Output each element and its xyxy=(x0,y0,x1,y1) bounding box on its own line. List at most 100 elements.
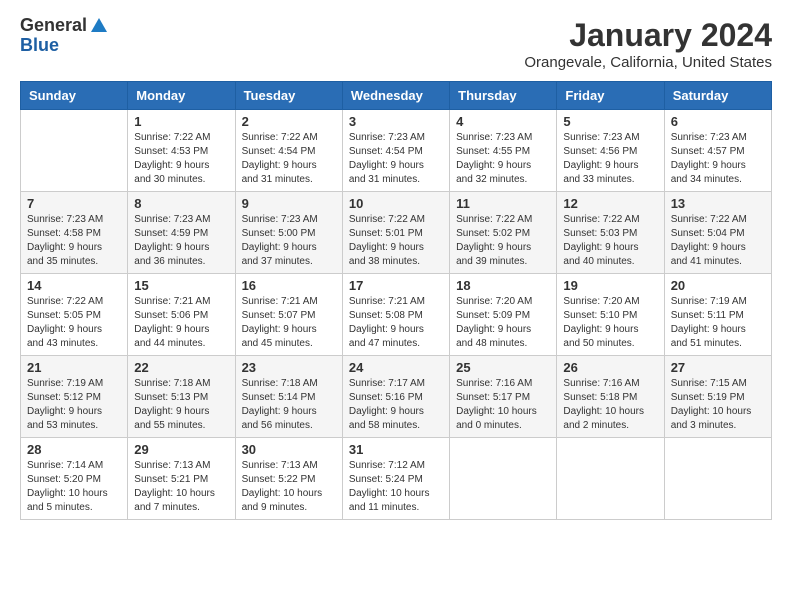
calendar-cell: 20 Sunrise: 7:19 AM Sunset: 5:11 PM Dayli… xyxy=(664,274,771,356)
day-info: Sunrise: 7:17 AM Sunset: 5:16 PM Dayligh… xyxy=(349,377,443,433)
calendar-cell: 22Sunrise: 7:18 AM Sunset: 5:13 PM Dayli… xyxy=(128,356,235,438)
month-year-title: January 2024 xyxy=(524,16,772,54)
calendar-cell: 18Sunrise: 7:20 AM Sunset: 5:09 PM Dayli… xyxy=(450,274,557,356)
day-info: Sunrise: 7:19 AM Sunset: 5:12 PM Dayligh… xyxy=(27,377,121,433)
day-number: 20 xyxy=(671,278,765,293)
weekday-header: Thursday xyxy=(450,82,557,110)
day-info: Sunrise: 7:23 AM Sunset: 4:57 PM Dayligh… xyxy=(671,131,765,187)
day-info: Sunrise: 7:16 AM Sunset: 5:17 PM Dayligh… xyxy=(456,377,550,433)
calendar-cell: 6 Sunrise: 7:23 AM Sunset: 4:57 PM Daylig… xyxy=(664,110,771,192)
day-info: Sunrise: 7:19 AM Sunset: 5:11 PM Dayligh… xyxy=(671,295,765,351)
day-info: Sunrise: 7:22 AM Sunset: 5:03 PM Dayligh… xyxy=(563,213,657,269)
day-number: 9 xyxy=(242,196,336,211)
page-header: General Blue January 2024 Orangevale, Ca… xyxy=(20,16,772,71)
day-info: Sunrise: 7:21 AM Sunset: 5:07 PM Dayligh… xyxy=(242,295,336,351)
calendar-cell: 9 Sunrise: 7:23 AM Sunset: 5:00 PM Daylig… xyxy=(235,192,342,274)
day-number: 25 xyxy=(456,360,550,375)
day-number: 7 xyxy=(27,196,121,211)
calendar-cell: 4Sunrise: 7:23 AM Sunset: 4:55 PM Daylig… xyxy=(450,110,557,192)
day-number: 12 xyxy=(563,196,657,211)
day-number: 31 xyxy=(349,442,443,457)
calendar-week-row: 28 Sunrise: 7:14 AM Sunset: 5:20 PM Dayli… xyxy=(21,438,772,520)
day-info: Sunrise: 7:21 AM Sunset: 5:06 PM Dayligh… xyxy=(134,295,228,351)
calendar-week-row: 21Sunrise: 7:19 AM Sunset: 5:12 PM Dayli… xyxy=(21,356,772,438)
day-number: 10 xyxy=(349,196,443,211)
location-subtitle: Orangevale, California, United States xyxy=(524,54,772,71)
calendar-cell xyxy=(21,110,128,192)
calendar-cell: 14 Sunrise: 7:22 AM Sunset: 5:05 PM Dayli… xyxy=(21,274,128,356)
day-info: Sunrise: 7:23 AM Sunset: 4:58 PM Dayligh… xyxy=(27,213,121,269)
day-info: Sunrise: 7:22 AM Sunset: 4:54 PM Dayligh… xyxy=(242,131,336,187)
day-number: 6 xyxy=(671,114,765,129)
calendar-cell: 17Sunrise: 7:21 AM Sunset: 5:08 PM Dayli… xyxy=(342,274,449,356)
day-info: Sunrise: 7:23 AM Sunset: 4:59 PM Dayligh… xyxy=(134,213,228,269)
day-info: Sunrise: 7:22 AM Sunset: 5:01 PM Dayligh… xyxy=(349,213,443,269)
day-number: 23 xyxy=(242,360,336,375)
day-number: 28 xyxy=(27,442,121,457)
calendar-cell: 29Sunrise: 7:13 AM Sunset: 5:21 PM Dayli… xyxy=(128,438,235,520)
day-number: 13 xyxy=(671,196,765,211)
day-number: 24 xyxy=(349,360,443,375)
weekday-header: Friday xyxy=(557,82,664,110)
calendar-cell: 12 Sunrise: 7:22 AM Sunset: 5:03 PM Dayli… xyxy=(557,192,664,274)
calendar-cell: 24 Sunrise: 7:17 AM Sunset: 5:16 PM Dayli… xyxy=(342,356,449,438)
day-info: Sunrise: 7:20 AM Sunset: 5:10 PM Dayligh… xyxy=(563,295,657,351)
weekday-header: Sunday xyxy=(21,82,128,110)
weekday-header-row: SundayMondayTuesdayWednesdayThursdayFrid… xyxy=(21,82,772,110)
calendar-cell xyxy=(450,438,557,520)
day-number: 26 xyxy=(563,360,657,375)
day-number: 15 xyxy=(134,278,228,293)
day-number: 3 xyxy=(349,114,443,129)
day-info: Sunrise: 7:23 AM Sunset: 4:56 PM Dayligh… xyxy=(563,131,657,187)
day-info: Sunrise: 7:22 AM Sunset: 5:05 PM Dayligh… xyxy=(27,295,121,351)
weekday-header: Saturday xyxy=(664,82,771,110)
calendar-cell: 30 Sunrise: 7:13 AM Sunset: 5:22 PM Dayli… xyxy=(235,438,342,520)
day-info: Sunrise: 7:22 AM Sunset: 5:04 PM Dayligh… xyxy=(671,213,765,269)
day-number: 30 xyxy=(242,442,336,457)
weekday-header: Tuesday xyxy=(235,82,342,110)
calendar-cell: 23 Sunrise: 7:18 AM Sunset: 5:14 PM Dayli… xyxy=(235,356,342,438)
calendar-table: SundayMondayTuesdayWednesdayThursdayFrid… xyxy=(20,81,772,520)
day-info: Sunrise: 7:18 AM Sunset: 5:13 PM Dayligh… xyxy=(134,377,228,433)
calendar-cell: 15 Sunrise: 7:21 AM Sunset: 5:06 PM Dayli… xyxy=(128,274,235,356)
day-info: Sunrise: 7:18 AM Sunset: 5:14 PM Dayligh… xyxy=(242,377,336,433)
calendar-cell: 27 Sunrise: 7:15 AM Sunset: 5:19 PM Dayli… xyxy=(664,356,771,438)
day-info: Sunrise: 7:13 AM Sunset: 5:22 PM Dayligh… xyxy=(242,459,336,515)
day-number: 19 xyxy=(563,278,657,293)
day-number: 29 xyxy=(134,442,228,457)
day-info: Sunrise: 7:15 AM Sunset: 5:19 PM Dayligh… xyxy=(671,377,765,433)
day-number: 27 xyxy=(671,360,765,375)
day-info: Sunrise: 7:12 AM Sunset: 5:24 PM Dayligh… xyxy=(349,459,443,515)
calendar-cell: 7 Sunrise: 7:23 AM Sunset: 4:58 PM Daylig… xyxy=(21,192,128,274)
calendar-week-row: 14 Sunrise: 7:22 AM Sunset: 5:05 PM Dayli… xyxy=(21,274,772,356)
calendar-cell: 1Sunrise: 7:22 AM Sunset: 4:53 PM Daylig… xyxy=(128,110,235,192)
calendar-cell: 2 Sunrise: 7:22 AM Sunset: 4:54 PM Daylig… xyxy=(235,110,342,192)
calendar-cell: 5 Sunrise: 7:23 AM Sunset: 4:56 PM Daylig… xyxy=(557,110,664,192)
calendar-week-row: 1Sunrise: 7:22 AM Sunset: 4:53 PM Daylig… xyxy=(21,110,772,192)
day-info: Sunrise: 7:16 AM Sunset: 5:18 PM Dayligh… xyxy=(563,377,657,433)
calendar-cell: 21Sunrise: 7:19 AM Sunset: 5:12 PM Dayli… xyxy=(21,356,128,438)
day-info: Sunrise: 7:22 AM Sunset: 5:02 PM Dayligh… xyxy=(456,213,550,269)
day-info: Sunrise: 7:14 AM Sunset: 5:20 PM Dayligh… xyxy=(27,459,121,515)
title-section: January 2024 Orangevale, California, Uni… xyxy=(524,16,772,71)
day-number: 5 xyxy=(563,114,657,129)
calendar-cell xyxy=(664,438,771,520)
weekday-header: Wednesday xyxy=(342,82,449,110)
day-number: 4 xyxy=(456,114,550,129)
day-info: Sunrise: 7:22 AM Sunset: 4:53 PM Dayligh… xyxy=(134,131,228,187)
day-number: 14 xyxy=(27,278,121,293)
calendar-cell: 25 Sunrise: 7:16 AM Sunset: 5:17 PM Dayli… xyxy=(450,356,557,438)
calendar-cell: 31 Sunrise: 7:12 AM Sunset: 5:24 PM Dayli… xyxy=(342,438,449,520)
calendar-cell: 19 Sunrise: 7:20 AM Sunset: 5:10 PM Dayli… xyxy=(557,274,664,356)
calendar-cell: 28 Sunrise: 7:14 AM Sunset: 5:20 PM Dayli… xyxy=(21,438,128,520)
day-number: 2 xyxy=(242,114,336,129)
day-number: 11 xyxy=(456,196,550,211)
calendar-cell: 13 Sunrise: 7:22 AM Sunset: 5:04 PM Dayli… xyxy=(664,192,771,274)
day-number: 16 xyxy=(242,278,336,293)
weekday-header: Monday xyxy=(128,82,235,110)
calendar-cell: 3Sunrise: 7:23 AM Sunset: 4:54 PM Daylig… xyxy=(342,110,449,192)
day-info: Sunrise: 7:21 AM Sunset: 5:08 PM Dayligh… xyxy=(349,295,443,351)
calendar-week-row: 7 Sunrise: 7:23 AM Sunset: 4:58 PM Daylig… xyxy=(21,192,772,274)
day-info: Sunrise: 7:23 AM Sunset: 5:00 PM Dayligh… xyxy=(242,213,336,269)
day-info: Sunrise: 7:20 AM Sunset: 5:09 PM Dayligh… xyxy=(456,295,550,351)
